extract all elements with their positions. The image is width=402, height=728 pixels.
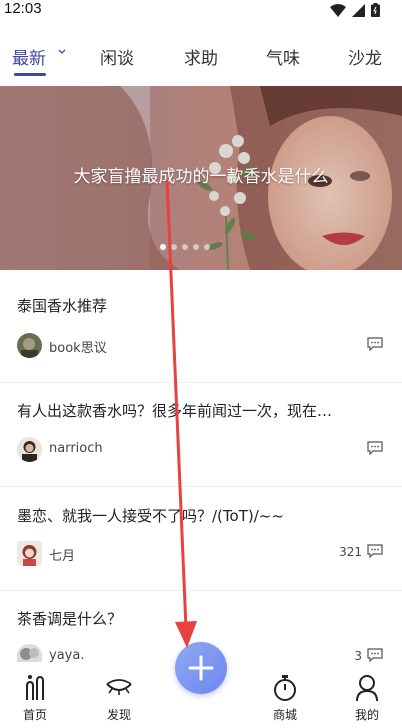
home-icon [26,675,44,700]
wifi-icon [330,3,346,17]
pagination-dot [171,244,177,250]
status-icons [330,3,380,17]
avatar[interactable] [17,644,42,662]
create-post-button[interactable] [175,642,227,694]
post-item[interactable]: 有人出这款香水吗？很多年前闻过一次，现在… narrioch [0,383,402,487]
nav-mine[interactable]: 我的 [337,672,397,728]
nav-label: 商城 [272,708,297,722]
comment-icon[interactable] [367,648,383,662]
avatar[interactable] [17,541,42,566]
status-time: 12:03 [4,0,42,17]
category-tabs: 最新 闲谈 求助 气味 沙龙 [0,40,402,76]
battery-icon [371,3,380,17]
post-title: 墨恋、就我一人接受不了吗？/(ToT)/~~ [17,507,284,525]
comment-count: 3 [354,649,362,663]
post-item[interactable]: 泰国香水推荐 book思议 [0,270,402,383]
tab-salon[interactable]: 沙龙 [348,44,382,69]
nav-label: 发现 [106,708,131,722]
pagination-dot [204,244,210,250]
avatar[interactable] [17,437,42,462]
avatar[interactable] [17,333,42,358]
signal-icon [352,3,365,17]
eye-icon [106,679,132,695]
tab-scent[interactable]: 气味 [266,44,300,69]
post-author[interactable]: 七月 [49,545,75,564]
comment-icon[interactable] [367,441,383,455]
nav-mall[interactable]: 商城 [255,672,315,728]
post-author[interactable]: yaya. [49,648,84,663]
post-author[interactable]: narrioch [49,441,103,456]
nav-home[interactable]: 首页 [5,672,65,728]
nav-label: 首页 [22,708,47,722]
post-item[interactable]: 墨恋、就我一人接受不了吗？/(ToT)/~~ 七月 321 [0,487,402,591]
banner-title: 大家盲撸最成功的一款香水是什么 [73,167,329,187]
plus-icon [188,655,214,681]
tab-help[interactable]: 求助 [184,44,218,69]
tab-latest[interactable]: 最新 [12,44,46,69]
banner-pagination [160,244,210,250]
featured-banner[interactable]: 大家盲撸最成功的一款香水是什么 [0,86,402,270]
pagination-dot [160,244,166,250]
tab-chat[interactable]: 闲谈 [100,44,134,69]
post-title: 泰国香水推荐 [17,297,108,315]
status-bar: 12:03 [0,0,402,22]
comment-count: 321 [339,545,362,559]
nav-discover[interactable]: 发现 [89,672,149,728]
comment-icon[interactable] [367,544,383,558]
post-title: 茶香调是什么？ [17,610,123,628]
user-icon [356,675,378,702]
post-title: 有人出这款香水吗？很多年前闻过一次，现在… [17,402,333,420]
chevron-down-icon[interactable] [58,49,66,55]
tab-active-indicator [14,73,46,76]
pagination-dot [182,244,188,250]
post-author[interactable]: book思议 [49,337,107,356]
stopwatch-icon [274,675,296,701]
nav-label: 我的 [354,708,379,722]
pagination-dot [193,244,199,250]
comment-icon[interactable] [367,337,383,351]
